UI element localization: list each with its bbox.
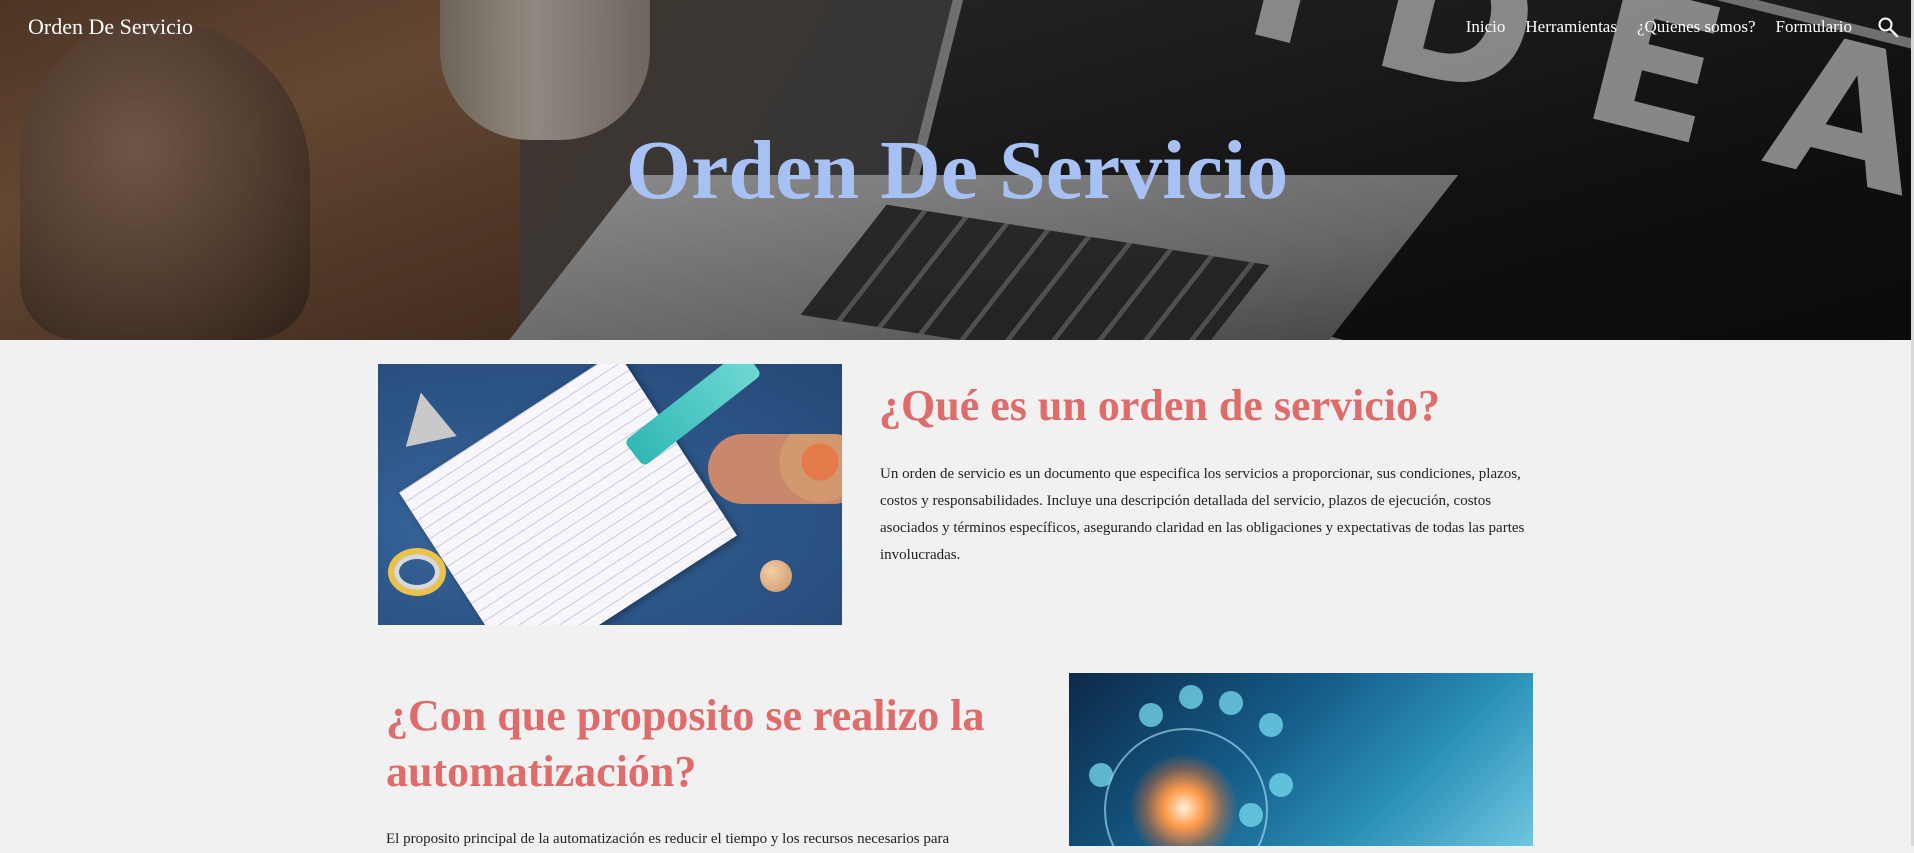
technology-network-image [1069, 673, 1533, 846]
hero-banner: IDEAS Orden De Servicio Inicio Herramien… [0, 0, 1914, 340]
notepad-drawing-image [378, 364, 842, 625]
nav-item-quienes-somos[interactable]: ¿Quienes somos? [1637, 17, 1756, 37]
nav-item-formulario[interactable]: Formulario [1776, 17, 1853, 37]
wooden-ball [760, 560, 792, 592]
search-icon[interactable] [1876, 15, 1900, 39]
section-heading-proposito: ¿Con que proposito se realizo la automat… [386, 691, 985, 796]
nav-item-herramientas[interactable]: Herramientas [1525, 17, 1617, 37]
tech-node [1239, 803, 1263, 827]
tech-node [1219, 691, 1243, 715]
hero-title: Orden De Servicio [625, 124, 1289, 217]
stone-pyramid [395, 387, 457, 447]
tech-node [1269, 773, 1293, 797]
tech-node [1179, 685, 1203, 709]
tattooed-hand [708, 434, 842, 504]
main-nav: Inicio Herramientas ¿Quienes somos? Form… [1466, 17, 1852, 37]
site-title[interactable]: Orden De Servicio [28, 14, 193, 40]
tape-roll [388, 548, 446, 596]
section-body-proposito: El proposito principal de la automatizac… [386, 831, 950, 847]
tech-node [1259, 713, 1283, 737]
section-heading-que-es: ¿Qué es un orden de servicio? [879, 381, 1440, 430]
nav-item-inicio[interactable]: Inicio [1466, 17, 1506, 37]
tech-node [1139, 703, 1163, 727]
section-body-que-es: Un orden de servicio es un documento que… [880, 466, 1525, 563]
tech-node [1089, 763, 1113, 787]
